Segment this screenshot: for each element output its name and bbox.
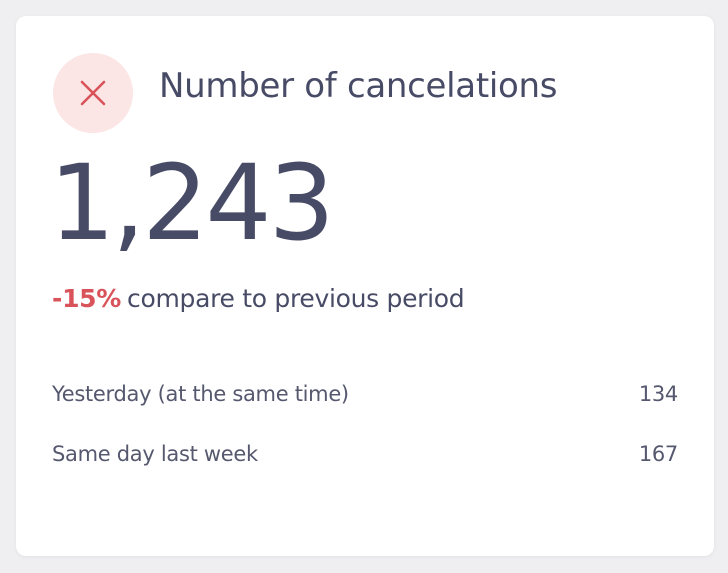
close-icon — [80, 80, 106, 106]
comparison-row: Same day last week 167 — [52, 442, 678, 466]
change-percent: -15% — [52, 284, 122, 313]
metric-card: Number of cancelations 1,243 -15% compare… — [16, 16, 714, 556]
card-title: Number of cancelations — [159, 66, 558, 106]
metric-value: 1,243 — [49, 142, 335, 264]
comparison-label: Same day last week — [52, 442, 258, 466]
change-summary: -15% compare to previous period — [52, 284, 465, 313]
comparison-value: 134 — [638, 382, 678, 406]
comparison-value: 167 — [638, 442, 678, 466]
change-description: compare to previous period — [127, 284, 465, 313]
cancel-status-badge — [53, 53, 133, 133]
comparison-row: Yesterday (at the same time) 134 — [52, 382, 678, 406]
comparison-label: Yesterday (at the same time) — [52, 382, 349, 406]
